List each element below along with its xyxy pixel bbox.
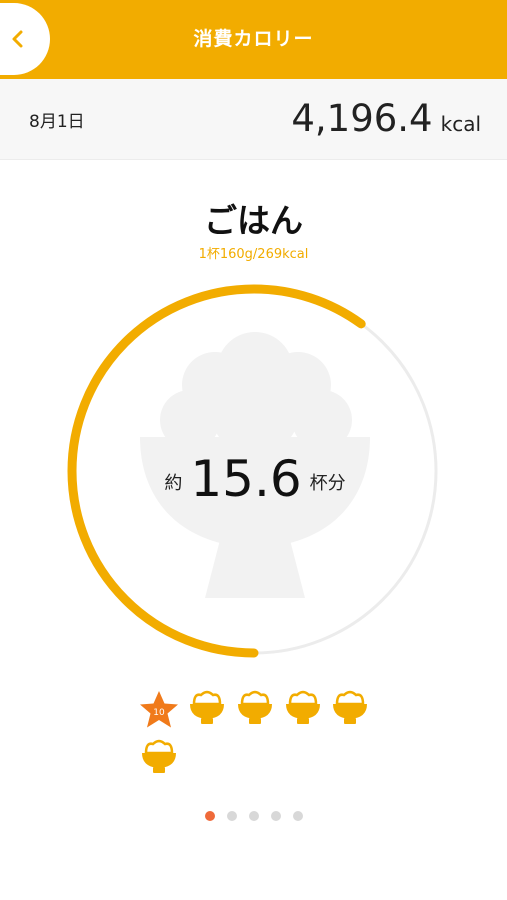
approx-label: 約 xyxy=(164,473,183,494)
cups-count: 約 15.6 杯分 xyxy=(150,444,360,504)
page-dot[interactable] xyxy=(248,811,259,821)
page-indicator xyxy=(0,811,507,821)
page-dot[interactable] xyxy=(292,811,303,821)
rice-bowl-icon xyxy=(238,690,272,724)
star-count-label: 10 xyxy=(153,708,165,718)
page-dot[interactable] xyxy=(270,811,281,821)
cups-value: 15.6 xyxy=(190,450,302,508)
cups-unit: 杯分 xyxy=(309,473,346,494)
rice-bowl-icon xyxy=(333,690,367,724)
page-dot[interactable] xyxy=(204,811,215,821)
rice-bowl-icon xyxy=(286,690,320,724)
page-dot[interactable] xyxy=(226,811,237,821)
rice-bowl-icon xyxy=(142,739,176,773)
star-badge-icon: 10 xyxy=(140,691,178,728)
rice-bowl-icon xyxy=(190,690,224,724)
